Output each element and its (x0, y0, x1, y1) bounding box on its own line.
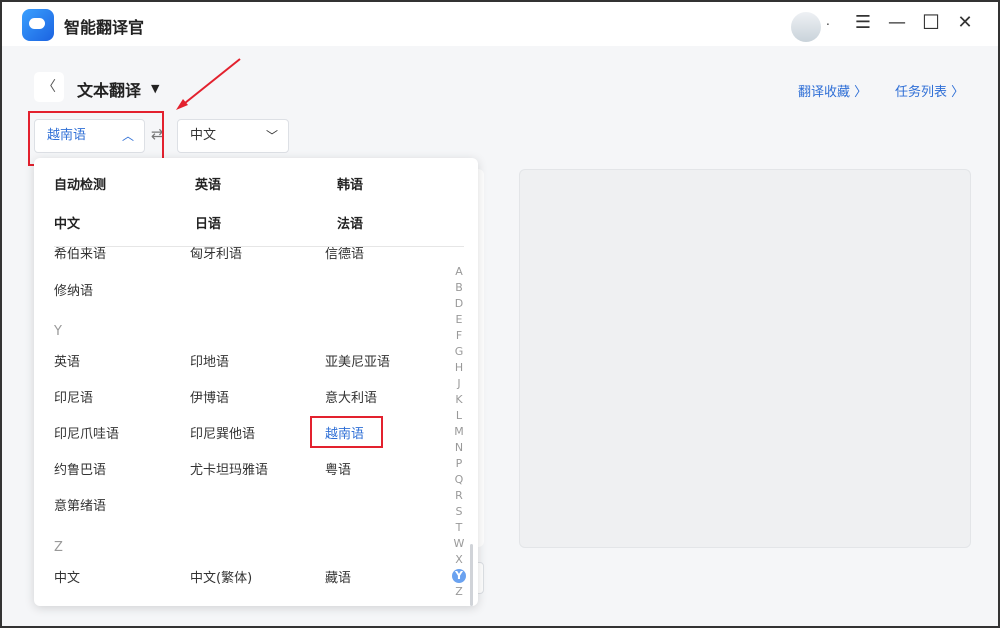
language-option[interactable]: 中文 (54, 213, 80, 232)
favorites-link[interactable]: 翻译收藏 〉 (798, 81, 867, 100)
language-option[interactable]: 修纳语 (54, 280, 93, 299)
language-option[interactable]: 希伯来语 (54, 247, 106, 262)
language-option[interactable]: 印地语 (190, 351, 229, 370)
language-option[interactable]: 自动检测 (54, 174, 106, 193)
language-option[interactable]: 意大利语 (325, 387, 377, 406)
caret-down-icon[interactable]: ▼ (151, 82, 159, 95)
alphabet-letter[interactable]: F (452, 328, 466, 344)
language-option[interactable]: 英语 (54, 351, 80, 370)
group-header-y: Y (54, 324, 62, 339)
language-option[interactable]: 印尼爪哇语 (54, 423, 119, 442)
app-logo-icon (22, 9, 54, 41)
alphabet-letter[interactable]: Z (452, 584, 466, 600)
alphabet-letter[interactable]: Y (452, 569, 466, 583)
language-option[interactable]: 日语 (195, 213, 221, 232)
language-option[interactable]: 中文 (54, 567, 80, 586)
language-option[interactable]: 尤卡坦玛雅语 (190, 459, 268, 478)
back-button[interactable]: 〈 (34, 72, 64, 102)
alphabet-letter[interactable]: X (452, 552, 466, 568)
maximize-icon[interactable]: ☐ (920, 10, 942, 34)
result-panel (519, 169, 971, 548)
page-title: 文本翻译 (77, 81, 142, 100)
language-option[interactable]: 韩语 (337, 174, 363, 193)
alphabet-letter[interactable]: Q (452, 472, 466, 488)
alphabet-letter[interactable]: M (452, 424, 466, 440)
alphabet-letter[interactable]: H (452, 360, 466, 376)
language-option[interactable]: 匈牙利语 (190, 247, 242, 262)
alphabet-letter[interactable]: P (452, 456, 466, 472)
alphabet-letter[interactable]: K (452, 392, 466, 408)
app-window: 智能翻译官 . ☰ — ☐ ✕ 〈 文本翻译 ▼ 翻译收藏 〉 任务列表 〉 越… (0, 0, 1000, 628)
group-header-z: Z (54, 540, 63, 555)
language-option[interactable]: 信德语 (325, 247, 364, 262)
alphabet-letter[interactable]: T (452, 520, 466, 536)
language-option[interactable]: 藏语 (325, 567, 351, 586)
language-option[interactable]: 意第绪语 (54, 495, 106, 514)
user-name: . (826, 14, 830, 28)
alphabet-letter[interactable]: S (452, 504, 466, 520)
menu-icon[interactable]: ☰ (852, 12, 874, 33)
language-list[interactable]: 希伯来语 匈牙利语 信德语 修纳语 Y 英语 印地语 亚美尼亚语 印尼语 伊博语… (34, 247, 478, 606)
alphabet-letter[interactable]: R (452, 488, 466, 504)
language-option[interactable]: 法语 (337, 213, 363, 232)
app-title: 智能翻译官 (64, 18, 145, 37)
title-bar: 智能翻译官 . ☰ — ☐ ✕ (2, 2, 998, 46)
language-option[interactable]: 印尼语 (54, 387, 93, 406)
alphabet-letter[interactable]: W (452, 536, 466, 552)
scrollbar[interactable] (470, 544, 473, 606)
language-option[interactable]: 伊博语 (190, 387, 229, 406)
alphabet-letter[interactable]: E (452, 312, 466, 328)
language-option[interactable]: 粤语 (325, 459, 351, 478)
avatar[interactable] (791, 12, 821, 42)
target-language-select[interactable]: 中文 ﹀ (177, 119, 289, 153)
language-dropdown: 自动检测 英语 韩语 中文 日语 法语 希伯来语 匈牙利语 信德语 修纳语 Y … (34, 158, 478, 606)
alphabet-letter[interactable]: J (452, 376, 466, 392)
chevron-down-icon: ﹀ (265, 129, 278, 143)
language-option[interactable]: 印尼巽他语 (190, 423, 255, 442)
language-option[interactable]: 英语 (195, 174, 221, 193)
language-option[interactable]: 约鲁巴语 (54, 459, 106, 478)
alphabet-letter[interactable]: B (452, 280, 466, 296)
alphabet-letter[interactable]: D (452, 296, 466, 312)
target-language-value: 中文 (190, 128, 217, 143)
language-option[interactable]: 亚美尼亚语 (325, 351, 390, 370)
alphabet-letter[interactable]: G (452, 344, 466, 360)
language-option[interactable]: 中文(繁体) (190, 567, 252, 586)
alphabet-letter[interactable]: L (452, 408, 466, 424)
alphabet-letter[interactable]: A (452, 264, 466, 280)
close-icon[interactable]: ✕ (954, 12, 976, 33)
selected-highlight-box (310, 416, 383, 448)
alphabet-letter[interactable]: N (452, 440, 466, 456)
task-list-link[interactable]: 任务列表 〉 (895, 81, 964, 100)
minimize-icon[interactable]: — (886, 12, 908, 33)
